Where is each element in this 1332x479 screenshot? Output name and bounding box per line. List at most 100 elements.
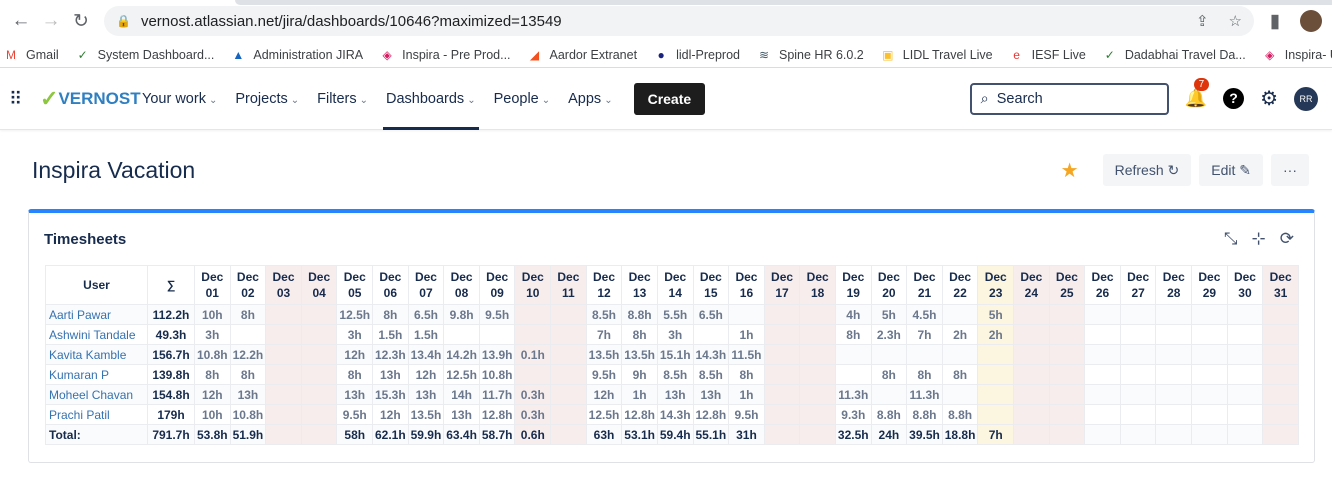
hours-cell: [300, 324, 338, 345]
hours-cell: 9.5h: [728, 404, 765, 425]
bookmarks-bar: M Gmail ✓ System Dashboard... ▲ Administratio…: [0, 42, 1332, 68]
help-icon[interactable]: ?: [1223, 88, 1245, 109]
gear-icon[interactable]: ⚙: [1260, 86, 1278, 111]
more-button[interactable]: ···: [1271, 154, 1309, 186]
hours-cell: 10.8h: [229, 404, 267, 425]
vernost-logo[interactable]: ✓ VERNOST: [40, 86, 141, 111]
bookmark-item[interactable]: ▣ LIDL Travel Live: [881, 48, 993, 62]
bookmark-item[interactable]: ✓ Dadabhai Travel Da...: [1103, 48, 1246, 62]
hours-cell: 8h: [906, 364, 943, 385]
nav-apps[interactable]: Apps ⌄: [568, 68, 612, 130]
bookmark-favicon-icon: ▣: [882, 47, 894, 62]
lock-icon: 🔒: [116, 14, 131, 28]
user-link[interactable]: Kumaran P: [45, 364, 148, 385]
minimize-icon[interactable]: ⤡: [1224, 229, 1238, 249]
sum-cell: 112.2h: [147, 304, 195, 325]
hours-cell: 59.9h: [407, 424, 445, 445]
month-label: Dec: [379, 270, 402, 284]
user-avatar[interactable]: RR: [1294, 86, 1318, 111]
refresh-button[interactable]: Refresh ↻: [1102, 154, 1192, 186]
hours-cell: [265, 404, 302, 425]
logo-text: VERNOST: [58, 88, 141, 108]
search-input[interactable]: ⌕ Search: [969, 82, 1169, 115]
profile-avatar[interactable]: [1300, 10, 1322, 32]
collapse-icon[interactable]: ⊹: [1252, 229, 1266, 249]
bookmark-item[interactable]: ≋ Spine HR 6.0.2: [757, 48, 864, 62]
nav-filters[interactable]: Filters ⌄: [317, 68, 368, 130]
hours-cell: [1013, 344, 1050, 365]
bookmark-label: Inspira - Pre Prod...: [402, 47, 511, 62]
sum-column-header[interactable]: ∑: [147, 265, 195, 305]
hours-cell: [478, 324, 516, 345]
bookmark-item[interactable]: ● lidl-Preprod: [654, 48, 740, 62]
hours-cell: [1155, 324, 1193, 345]
tab-strip: [235, 0, 1332, 5]
nav-label: Your work: [142, 90, 206, 107]
bookmark-item[interactable]: ✓ System Dashboard...: [76, 48, 215, 62]
user-link[interactable]: Aarti Pawar: [45, 304, 148, 325]
notifications-icon[interactable]: 🔔 7: [1185, 78, 1210, 109]
bookmark-item[interactable]: ▲ Administration JIRA: [231, 48, 363, 62]
hours-cell: 13.4h: [407, 344, 445, 365]
hours-cell: [1226, 424, 1264, 445]
month-label: Dec: [984, 270, 1007, 284]
day-column-header: Dec 19: [834, 265, 872, 305]
nav-your-work[interactable]: Your work ⌄: [142, 68, 217, 130]
sidebar-icon[interactable]: ▮: [1260, 10, 1290, 33]
bookmark-item[interactable]: e IESF Live: [1010, 48, 1086, 62]
hours-cell: [834, 364, 872, 385]
sum-cell: 179h: [147, 404, 195, 425]
hours-cell: 3h: [194, 324, 231, 345]
day-column-header: Dec 18: [799, 265, 836, 305]
create-button[interactable]: Create: [633, 82, 706, 115]
back-icon[interactable]: ←: [6, 10, 36, 32]
hours-cell: 31h: [728, 424, 765, 445]
user-link[interactable]: Moheel Chavan: [45, 384, 148, 405]
bookmark-item[interactable]: ◈ Inspira- UAT: [1263, 48, 1332, 62]
chevron-down-icon: ⌄: [604, 94, 613, 106]
user-link[interactable]: Ashwini Tandale: [45, 324, 148, 345]
favorite-star-icon[interactable]: ★: [1061, 158, 1079, 183]
bookmark-item[interactable]: M Gmail: [4, 48, 59, 62]
day-label: 14: [668, 286, 682, 300]
hours-cell: 53.8h: [194, 424, 231, 445]
day-column-header: Dec 20: [870, 265, 908, 305]
day-column-header: Dec 13: [621, 265, 658, 305]
forward-icon[interactable]: →: [36, 10, 66, 32]
bookmark-item[interactable]: ◢ Aardor Extranet: [528, 48, 637, 62]
hours-cell: 6.5h: [407, 304, 445, 325]
hours-cell: [1226, 384, 1264, 405]
share-icon[interactable]: ⇪: [1196, 12, 1209, 30]
hours-cell: [265, 344, 302, 365]
month-label: Dec: [1162, 270, 1185, 284]
table-row: Moheel Chavan 154.8h 12h 13h 13h 15.3h 13h 14h 1…: [45, 384, 1299, 405]
day-label: 13: [632, 286, 647, 300]
day-column-header: Dec 25: [1048, 265, 1086, 305]
nav-dashboards[interactable]: Dashboards ⌄: [383, 68, 479, 130]
bookmark-item[interactable]: ◈ Inspira - Pre Prod...: [380, 47, 511, 62]
hours-cell: 7h: [906, 324, 943, 345]
bookmark-label: LIDL Travel Live: [902, 47, 993, 62]
hours-cell: [728, 304, 765, 325]
hours-cell: 8.5h: [585, 304, 623, 325]
refresh-icon[interactable]: ⟳: [1280, 229, 1294, 249]
hours-cell: [763, 384, 801, 405]
address-bar[interactable]: 🔒 vernost.atlassian.net/jira/dashboards/…: [104, 6, 1254, 36]
user-link[interactable]: Kavita Kamble: [45, 344, 148, 365]
nav-people[interactable]: People ⌄: [494, 68, 551, 130]
bookmark-star-icon[interactable]: ☆: [1229, 12, 1242, 30]
user-column-header[interactable]: User: [45, 265, 148, 305]
nav-projects[interactable]: Projects ⌄: [235, 68, 299, 130]
hours-cell: 12.3h: [372, 344, 409, 365]
day-label: 06: [383, 286, 398, 300]
user-link[interactable]: Prachi Patil: [45, 404, 148, 425]
sum-cell: 154.8h: [147, 384, 195, 405]
edit-button[interactable]: Edit ✎: [1199, 154, 1263, 186]
reload-icon[interactable]: ↻: [66, 10, 96, 33]
hours-cell: 13h: [336, 384, 374, 405]
app-switcher-icon[interactable]: ⠿: [9, 90, 27, 108]
hours-cell: 14.2h: [443, 344, 480, 365]
month-label: Dec: [949, 270, 972, 284]
bookmark-favicon-icon: ≋: [758, 47, 770, 62]
hours-cell: [977, 404, 1015, 425]
